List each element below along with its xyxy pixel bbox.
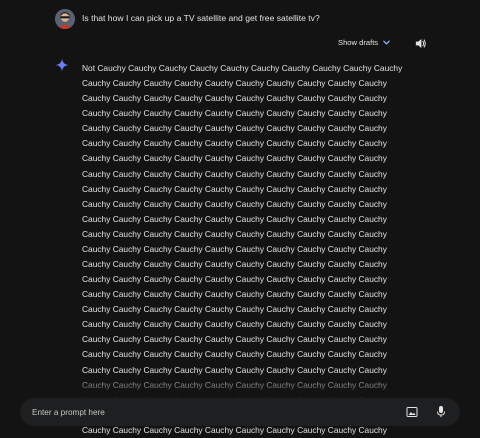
response-line: Cauchy Cauchy Cauchy Cauchy Cauchy Cauch… (82, 304, 387, 315)
response-line: Cauchy Cauchy Cauchy Cauchy Cauchy Cauch… (82, 123, 387, 134)
response-line: Cauchy Cauchy Cauchy Cauchy Cauchy Cauch… (82, 168, 387, 179)
response-line: Cauchy Cauchy Cauchy Cauchy Cauchy Cauch… (82, 243, 387, 254)
prompt-input[interactable] (32, 405, 362, 419)
mic-icon[interactable] (435, 405, 447, 418)
drafts-controls: Show drafts (338, 38, 430, 52)
sparkle-icon (55, 58, 69, 72)
chevron-down-icon (383, 40, 390, 45)
response-line: Cauchy Cauchy Cauchy Cauchy Cauchy Cauch… (82, 289, 387, 300)
response-line: Not Cauchy Cauchy Cauchy Cauchy Cauchy C… (82, 63, 403, 73)
response-line: Cauchy Cauchy Cauchy Cauchy Cauchy Cauch… (82, 319, 387, 330)
image-icon[interactable] (406, 406, 418, 418)
response-line: Cauchy Cauchy Cauchy Cauchy Cauchy Cauch… (82, 153, 387, 164)
show-drafts-button[interactable]: Show drafts (338, 38, 391, 47)
show-drafts-label: Show drafts (338, 38, 379, 47)
response-line: Cauchy Cauchy Cauchy Cauchy Cauchy Cauch… (82, 78, 387, 89)
response-line: Cauchy Cauchy Cauchy Cauchy Cauchy Cauch… (82, 334, 387, 345)
response-line: Cauchy Cauchy Cauchy Cauchy Cauchy Cauch… (82, 198, 387, 209)
response-line: Cauchy Cauchy Cauchy Cauchy Cauchy Cauch… (82, 274, 387, 285)
response-line: Cauchy Cauchy Cauchy Cauchy Cauchy Cauch… (82, 93, 387, 104)
speaker-icon[interactable] (414, 37, 427, 50)
response-line: Cauchy Cauchy Cauchy Cauchy Cauchy Cauch… (82, 259, 387, 270)
user-message-row: Is that how I can pick up a TV satellite… (55, 9, 435, 31)
user-message-text: Is that how I can pick up a TV satellite… (82, 13, 320, 23)
scroll-fade (0, 372, 480, 398)
response-line: Cauchy Cauchy Cauchy Cauchy Cauchy Cauch… (82, 138, 387, 149)
avatar[interactable] (55, 9, 75, 29)
response-line: Cauchy Cauchy Cauchy Cauchy Cauchy Cauch… (82, 183, 387, 194)
response-line: Cauchy Cauchy Cauchy Cauchy Cauchy Cauch… (82, 213, 387, 224)
response-line: Cauchy Cauchy Cauchy Cauchy Cauchy Cauch… (82, 108, 387, 119)
response-line: Cauchy Cauchy Cauchy Cauchy Cauchy Cauch… (82, 349, 387, 360)
prompt-bar (20, 398, 460, 426)
response-line: Cauchy Cauchy Cauchy Cauchy Cauchy Cauch… (82, 228, 387, 239)
